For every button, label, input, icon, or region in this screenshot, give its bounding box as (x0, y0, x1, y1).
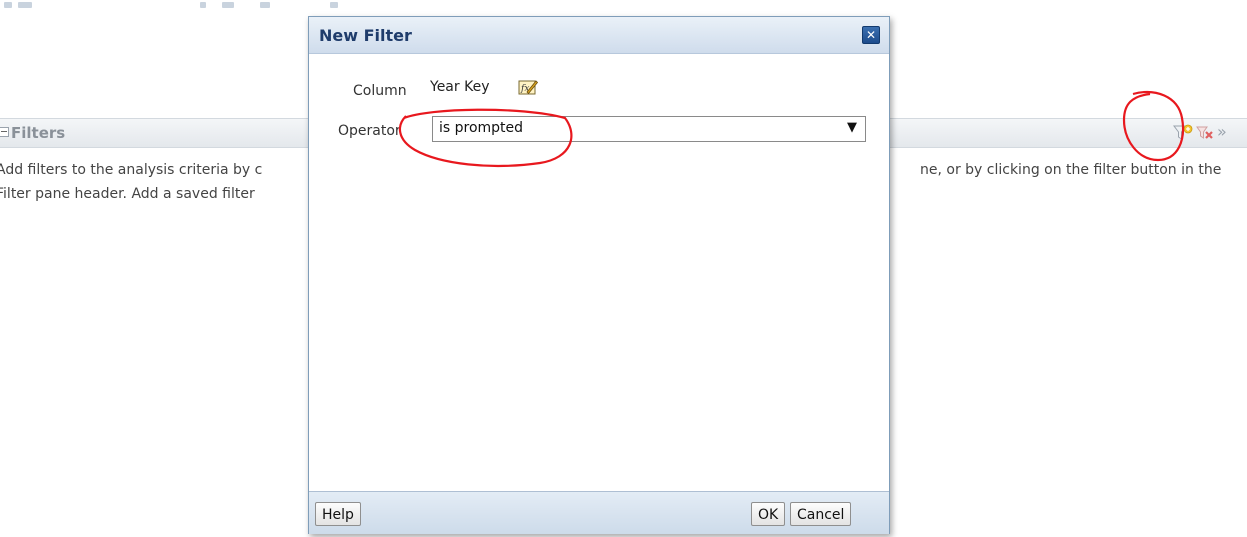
filters-description-line1: Add filters to the analysis criteria by … (0, 162, 263, 178)
ok-button[interactable]: OK (751, 502, 786, 526)
filters-description-line1-end: ne, or by clicking on the filter button … (920, 162, 1222, 178)
operator-selected-value: is prompted (439, 120, 524, 136)
new-filter-dialog: New Filter ✕ Column Year Key fx Operator… (308, 16, 890, 534)
operator-label: Operator (338, 123, 401, 139)
dialog-footer: Help OK Cancel (309, 491, 889, 534)
edit-formula-icon[interactable]: fx (518, 78, 538, 96)
column-label: Column (353, 83, 407, 99)
filters-pane-title: Filters (11, 124, 66, 142)
expand-pane-icon[interactable]: » (1217, 122, 1227, 141)
add-filter-icon[interactable] (1173, 124, 1193, 142)
delete-filter-icon[interactable] (1196, 125, 1214, 141)
help-button[interactable]: Help (315, 502, 361, 526)
operator-dropdown[interactable]: is prompted ▼ (432, 116, 866, 142)
cancel-button[interactable]: Cancel (790, 502, 852, 526)
top-toolbar-remnant (0, 0, 370, 12)
dropdown-arrow-icon[interactable]: ▼ (847, 120, 857, 135)
column-value: Year Key (430, 79, 490, 95)
dialog-titlebar[interactable]: New Filter ✕ (309, 17, 889, 54)
dialog-title: New Filter (319, 26, 412, 45)
collapse-toggle-icon[interactable] (0, 127, 9, 137)
close-icon[interactable]: ✕ (862, 26, 880, 44)
